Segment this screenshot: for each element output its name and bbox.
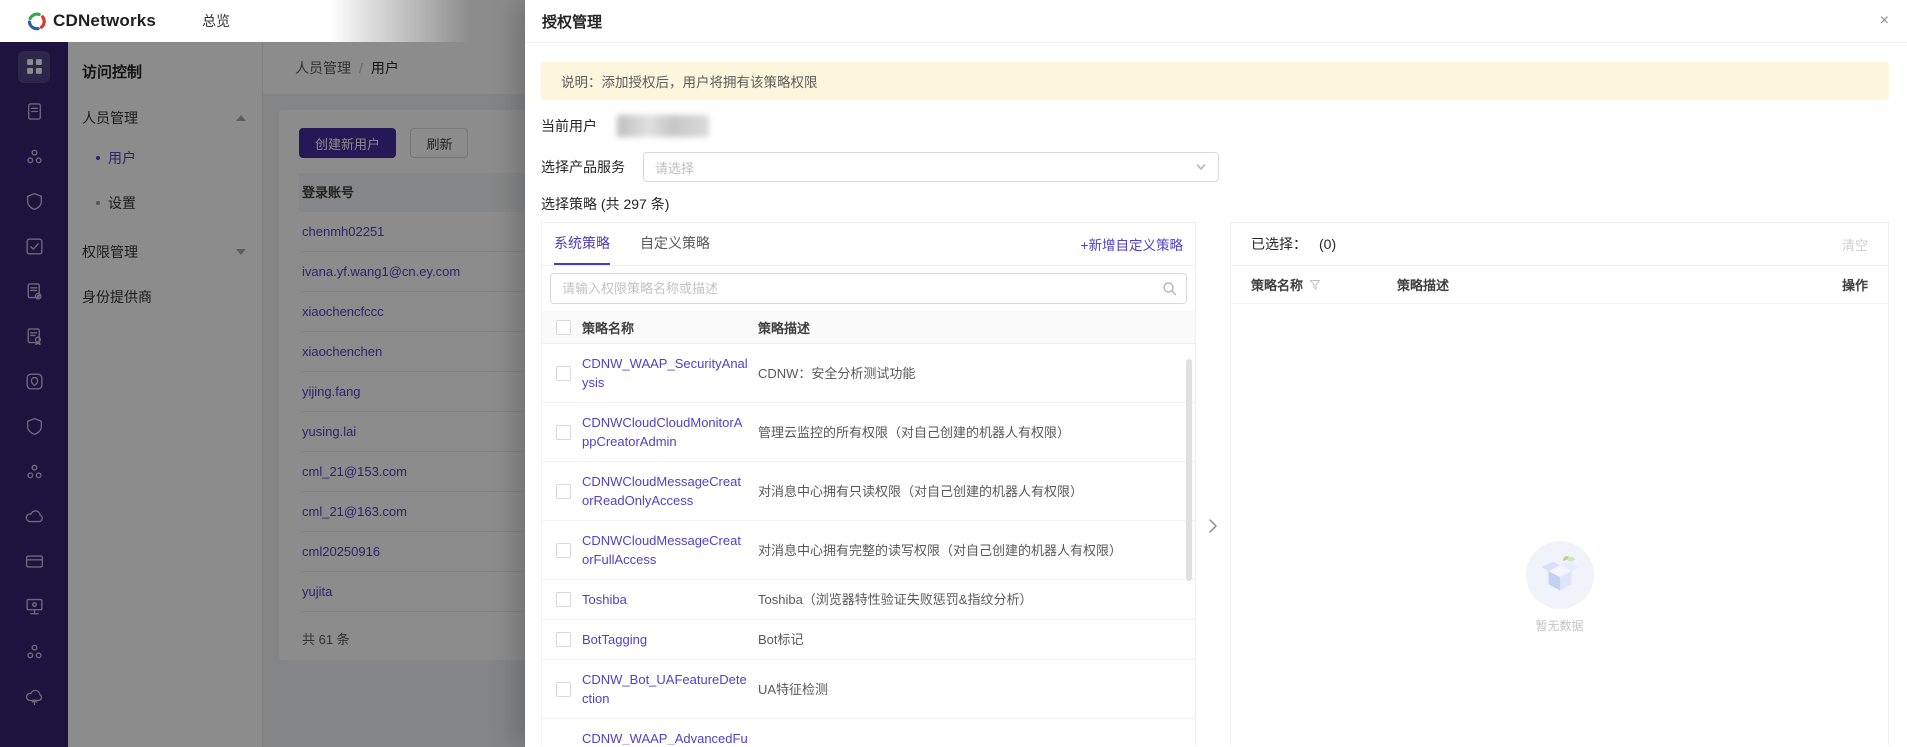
policy-desc: 对消息中心拥有完整的读写权限（对自己创建的机器人有权限） [758, 542, 1123, 558]
policy-name-link[interactable]: CDNWCloudMessageCreatorReadOnlyAccess [582, 472, 758, 510]
policy-desc: CDNW：安全分析测试功能 [758, 365, 916, 381]
row-checkbox[interactable] [556, 424, 571, 440]
policy-desc: Bot标记 [758, 632, 804, 647]
policy-desc: 管理云监控的所有权限（对自己创建的机器人有权限） [758, 424, 1071, 440]
policy-name-link[interactable]: Toshiba [582, 590, 758, 609]
current-user-value-blurred [617, 115, 709, 137]
selected-count: (0) [1319, 236, 1337, 252]
tab-custom-policy[interactable]: 自定义策略 [640, 223, 710, 265]
close-icon[interactable]: × [1880, 13, 1889, 29]
brand-name: CDNetworks [53, 11, 157, 30]
col-selected-name: 策略名称 [1251, 275, 1397, 294]
policy-name-link[interactable]: CDNWCloudCloudMonitorAppCreatorAdmin [582, 413, 758, 451]
col-selected-action: 操作 [1841, 278, 1868, 293]
empty-box-icon [1525, 541, 1594, 609]
policy-search-input[interactable] [550, 273, 1187, 304]
filter-funnel-icon[interactable] [1309, 279, 1321, 291]
empty-state: 暂无数据 [1525, 541, 1594, 634]
drawer-header: 授权管理 × [525, 0, 1907, 43]
policy-row: CDNWCloudMessageCreatorFullAccess 对消息中心拥有… [542, 521, 1195, 580]
add-custom-policy-link[interactable]: +新增自定义策略 [1081, 234, 1183, 254]
policy-row: CDNW_Bot_UAFeatureDetection UA特征检测 [542, 660, 1195, 719]
policy-search [542, 266, 1195, 311]
row-checkbox[interactable] [556, 542, 571, 558]
authorization-drawer: 授权管理 × 说明：添加授权后，用户将拥有该策略权限 当前用户 选择产品服务 请… [525, 0, 1907, 747]
select-all-checkbox[interactable] [556, 319, 571, 335]
policy-row: CDNW_WAAP_AdvancedFunc_DDoSDatabyResourc… [542, 719, 1195, 745]
product-service-label: 选择产品服务 [541, 159, 625, 175]
policy-name-link[interactable]: CDNWCloudMessageCreatorFullAccess [582, 531, 758, 569]
col-selected-desc: 策略描述 [1397, 278, 1450, 293]
chevron-right-icon [1209, 519, 1217, 533]
col-policy-desc: 策略描述 [758, 320, 811, 336]
policy-tabs: 系统策略 自定义策略 +新增自定义策略 [542, 223, 1195, 266]
brand-logo[interactable]: CDNetworks [27, 11, 156, 31]
chevron-down-icon [1196, 164, 1206, 171]
search-icon [1162, 281, 1177, 296]
top-header-left: CDNetworks 总览 [0, 0, 470, 42]
empty-text: 暂无数据 [1535, 619, 1584, 633]
selected-header: 已选择： (0) 清空 [1231, 223, 1888, 266]
policy-row: BotTagging Bot标记 [542, 620, 1195, 660]
selected-label: 已选择： [1251, 236, 1307, 252]
policy-name-link[interactable]: CDNW_Bot_UAFeatureDetection [582, 670, 758, 708]
policy-desc: 对消息中心拥有只读权限（对自己创建的机器人有权限） [758, 483, 1084, 499]
policy-row: Toshiba Toshiba（浏览器特性验证失败惩罚&指纹分析） [542, 580, 1195, 620]
topnav-overview[interactable]: 总览 [202, 11, 230, 31]
row-checkbox[interactable] [556, 632, 571, 647]
screen: 访问控制 人员管理 用户 设置 权限管理 身份提供商 人员管理 / 用户 创建新… [0, 0, 1907, 747]
row-checkbox[interactable] [556, 483, 571, 499]
current-user-label: 当前用户 [541, 118, 597, 134]
policy-count-label: 选择策略 (共 297 条) [541, 196, 670, 212]
policy-row: CDNW_WAAP_SecurityAnalysis CDNW：安全分析测试功能 [542, 344, 1195, 403]
policy-name-link[interactable]: CDNW_WAAP_AdvancedFunc_DDoSDatabyResourc… [582, 729, 758, 745]
row-checkbox[interactable] [556, 592, 571, 607]
collapse-panel-button[interactable] [1196, 517, 1230, 535]
row-checkbox[interactable] [556, 681, 571, 697]
col-policy-name: 策略名称 [582, 320, 635, 336]
clear-all-link[interactable]: 清空 [1842, 235, 1868, 254]
policy-desc: Toshiba（浏览器特性验证失败惩罚&指纹分析） [758, 592, 1033, 607]
policy-row: CDNWCloudMessageCreatorReadOnlyAccess 对消息… [542, 462, 1195, 521]
row-checkbox[interactable] [556, 365, 571, 381]
cdnetworks-logo-icon [27, 12, 46, 30]
selected-policies-panel: 已选择： (0) 清空 策略名称 策略描述 操作 暂无数据 [1230, 222, 1889, 745]
policy-table-header: 策略名称 策略描述 [542, 311, 1195, 344]
selected-table-header: 策略名称 策略描述 操作 [1231, 266, 1888, 304]
drawer-title: 授权管理 [542, 13, 603, 31]
policy-desc: UA特征检测 [758, 681, 829, 697]
policy-list-panel: 系统策略 自定义策略 +新增自定义策略 策略名称 策略描述 [541, 222, 1196, 745]
select-placeholder: 请选择 [655, 160, 695, 176]
product-service-select[interactable]: 请选择 [643, 152, 1219, 182]
info-banner: 说明：添加授权后，用户将拥有该策略权限 [541, 62, 1889, 100]
policy-row: CDNWCloudCloudMonitorAppCreatorAdmin 管理云监… [542, 403, 1195, 462]
policy-name-link[interactable]: CDNW_WAAP_SecurityAnalysis [582, 354, 758, 392]
policy-name-link[interactable]: BotTagging [582, 630, 758, 649]
tab-system-policy[interactable]: 系统策略 [554, 223, 610, 265]
scrollbar-thumb[interactable] [1186, 359, 1192, 581]
